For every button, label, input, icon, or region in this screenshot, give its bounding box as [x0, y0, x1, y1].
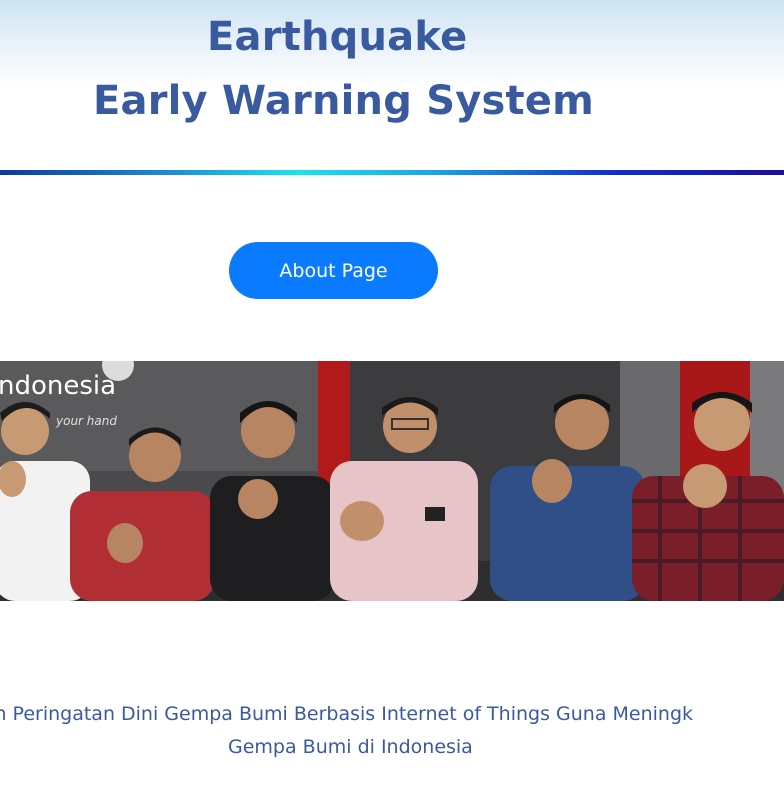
page-title-line1: Earthquake — [207, 14, 468, 60]
header: Earthquake Early Warning System — [0, 0, 784, 170]
sign-text: ndonesia — [0, 371, 116, 401]
description-line1: m Peringatan Dini Gempa Bumi Berbasis In… — [0, 703, 694, 725]
sign-subtext: your hand — [55, 414, 117, 428]
page: Earthquake Early Warning System About Pa… — [0, 0, 784, 804]
team-photo: ndonesia your hand — [0, 361, 784, 601]
description-line2: Gempa Bumi di Indonesia — [228, 736, 473, 758]
header-divider — [0, 170, 784, 175]
about-page-button[interactable]: About Page — [229, 242, 438, 299]
team-photo-illustration: ndonesia your hand — [0, 361, 784, 601]
page-title-line2: Early Warning System — [93, 78, 595, 124]
